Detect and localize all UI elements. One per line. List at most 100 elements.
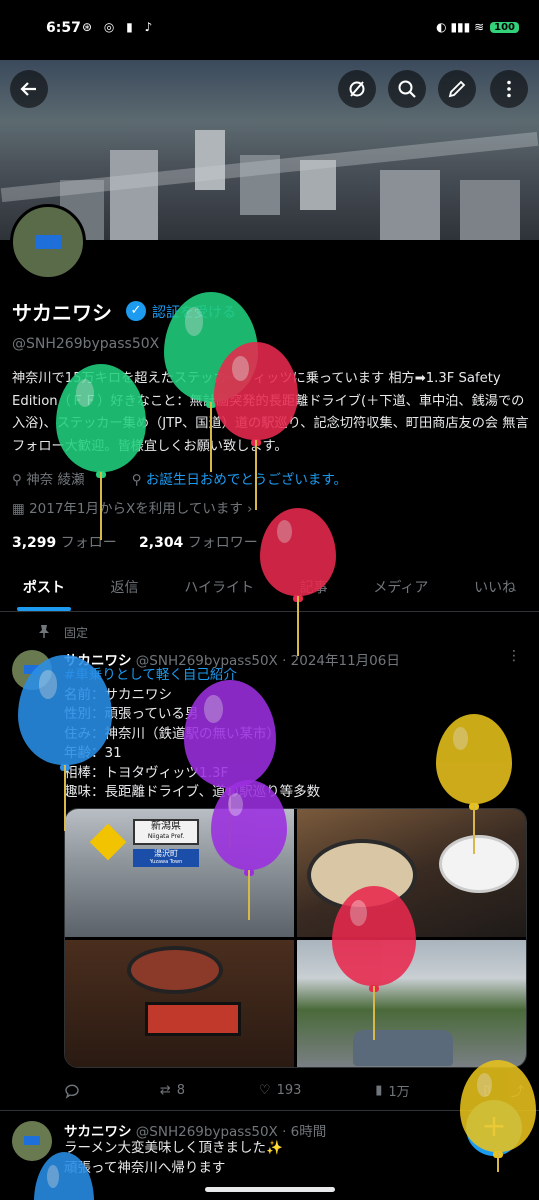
balloon-body: [56, 364, 146, 472]
warning-sign-icon: [89, 823, 127, 861]
balloon-string: [210, 402, 212, 472]
town-sign: 湯沢町 Yuzawa Town: [133, 849, 199, 867]
more-icon: [507, 80, 511, 98]
views-button[interactable]: ▮ 1万: [375, 1081, 409, 1100]
followers-label: フォロワー: [187, 535, 258, 551]
red-tray: [145, 1001, 241, 1036]
tab-likes[interactable]: いいね: [451, 566, 539, 611]
profile-avatar[interactable]: [10, 204, 86, 280]
repost-count: 8: [176, 1083, 186, 1098]
edit-icon: [448, 80, 466, 98]
post-actions: ⇄8 ♡193 ▮1万 ▯ ⤴: [64, 1081, 524, 1100]
post-hashtag[interactable]: #車乗りとして軽く自己紹介: [64, 666, 524, 686]
repost-icon: ⇄: [159, 1083, 171, 1098]
sign-text: 新潟県: [151, 821, 181, 832]
profile-birthday[interactable]: お誕生日おめでとうございます。: [146, 472, 347, 488]
steak-plate: [127, 945, 223, 994]
status-time: 6:57: [46, 20, 81, 36]
balloon-green: [56, 364, 146, 540]
calendar-icon: ▦: [12, 501, 25, 517]
reply-button[interactable]: [64, 1081, 86, 1100]
follow-stats: 3,299 フォロー 2,304 フォロワー: [12, 532, 258, 552]
status-right: ◐ ▮▮▮ ≋ 100: [436, 20, 519, 34]
repost-button[interactable]: ⇄ 8: [160, 1081, 185, 1100]
location-icon: ⚲: [12, 472, 22, 488]
profile-name: サカニワシ: [12, 301, 112, 325]
sign-text-en: Yuzawa Town: [149, 859, 183, 865]
chevron-right-icon: ›: [247, 501, 253, 517]
balloon-string: [497, 1152, 499, 1172]
battery-icon: 100: [490, 21, 519, 33]
pinned-label: 固定: [64, 626, 89, 640]
more-button[interactable]: [490, 70, 528, 108]
post-line: 頑張って神奈川へ帰ります: [64, 1159, 226, 1176]
profile-location: 神奈 綾瀬: [26, 472, 85, 488]
post-handle-time: @SNH269bypass50X · 6時間: [135, 1124, 327, 1140]
balloon-body: [211, 780, 287, 870]
sign-text-en: Niigata Pref.: [147, 833, 185, 840]
post-header: サカニワシ @SNH269bypass50X · 6時間: [64, 1120, 326, 1140]
profile-joined-row: ▦ 2017年1月からXを利用しています ›: [12, 497, 253, 517]
car-shape: [353, 1029, 453, 1066]
balloon-body: [460, 1060, 536, 1152]
rice-bowl: [439, 835, 519, 893]
balloon-body: [332, 886, 416, 986]
post-more-icon[interactable]: ⋮: [507, 648, 521, 664]
balloon-purple: [211, 780, 287, 920]
profile-handle: @SNH269bypass50X: [12, 336, 160, 352]
status-apps: ⊛ ◎ ▮ ♪: [82, 20, 157, 34]
following-label: フォロー: [60, 535, 117, 551]
balloon-yellow: [460, 1060, 536, 1172]
signal-icon: ◐ ▮▮▮ ≋: [436, 20, 485, 34]
reply-icon: [65, 1084, 79, 1099]
balloon-blue: [34, 1152, 94, 1200]
birthday-icon: ⚲: [131, 472, 142, 488]
edit-profile-button[interactable]: [438, 70, 476, 108]
post-line: 名前：サカニワシ: [64, 686, 172, 703]
arrow-left-icon: [20, 82, 36, 96]
like-count: 193: [276, 1083, 302, 1098]
balloon-yellow: [436, 714, 512, 854]
post-media-grid: 新潟県 Niigata Pref. 湯沢町 Yuzawa Town: [64, 808, 527, 1068]
balloon-body: [436, 714, 512, 804]
grok-icon: [349, 81, 365, 97]
balloon-string: [248, 870, 250, 920]
search-button[interactable]: [388, 70, 426, 108]
status-app-icons: ⊛ ◎ ▮ ♪: [82, 20, 156, 34]
balloon-purple: [184, 680, 276, 848]
balloon-blue: [18, 655, 112, 831]
balloon-red: [260, 508, 336, 656]
pin-icon: [39, 625, 49, 638]
followers-count: 2,304: [139, 535, 184, 551]
balloon-string: [100, 472, 102, 540]
balloon-string: [255, 440, 257, 510]
sign-text: 湯沢町: [154, 849, 178, 858]
home-gesture-pill[interactable]: [205, 1187, 335, 1192]
balloon-string: [297, 596, 299, 656]
tab-replies[interactable]: 返信: [88, 566, 162, 611]
media-photo-steak[interactable]: [65, 939, 294, 1067]
prefecture-sign: 新潟県 Niigata Pref.: [133, 819, 199, 845]
balloon-body: [260, 508, 336, 596]
balloon-red: [332, 886, 416, 1040]
balloon-body: [18, 655, 112, 765]
balloon-body: [34, 1152, 94, 1200]
post-text: ラーメン大変美味しく頂きました✨ 頑張って神奈川へ帰ります: [64, 1139, 524, 1178]
tab-media[interactable]: メディア: [351, 566, 452, 611]
balloon-body: [184, 680, 276, 788]
grok-button[interactable]: [338, 70, 376, 108]
post-divider: [0, 1110, 539, 1111]
heart-icon: ♡: [258, 1083, 271, 1098]
post-author[interactable]: サカニワシ: [64, 1124, 132, 1140]
balloon-string: [64, 765, 66, 831]
tab-posts[interactable]: ポスト: [0, 566, 88, 611]
avatar-road-sign: [24, 1136, 40, 1145]
like-button[interactable]: ♡ 193: [259, 1081, 301, 1100]
views-icon: ▮: [375, 1083, 383, 1098]
balloon-string: [373, 986, 375, 1040]
views-count: 1万: [388, 1085, 410, 1100]
followers-link[interactable]: 2,304 フォロワー: [139, 535, 258, 551]
back-button[interactable]: [10, 70, 48, 108]
verified-badge-icon: ✓: [126, 301, 146, 321]
following-count: 3,299: [12, 535, 57, 551]
